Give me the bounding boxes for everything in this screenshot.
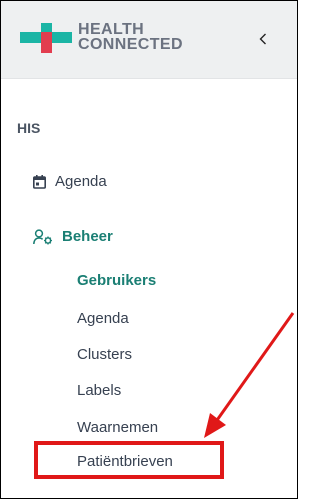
annotation-arrow [204, 312, 295, 438]
sidebar-panel: HEALTH CONNECTED HIS Agenda Beheer Gebru… [0, 0, 298, 499]
